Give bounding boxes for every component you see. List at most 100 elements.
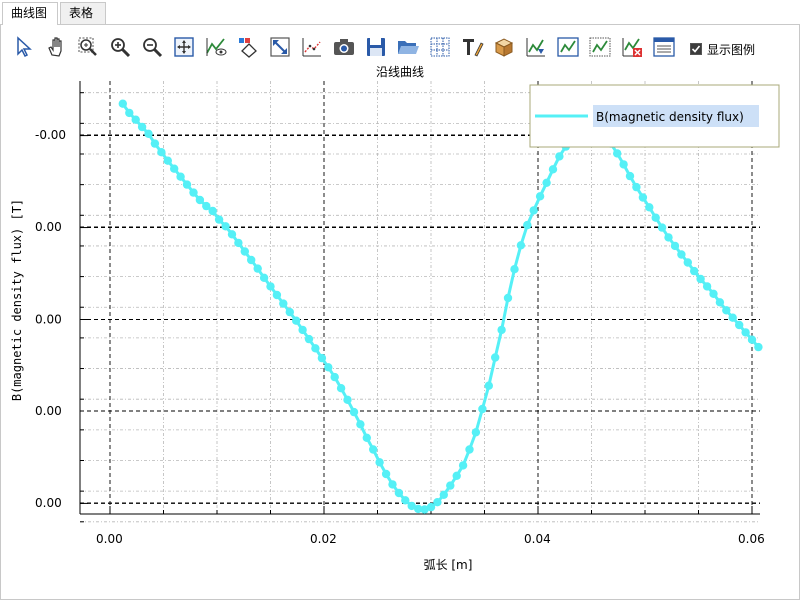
legend-entry-label: B(magnetic density flux) [596,110,744,124]
data-point [510,265,519,274]
data-point [529,206,538,215]
x-axis-label: 弧长 [m] [424,558,473,572]
data-point [555,152,564,161]
data-point [677,250,686,259]
data-point [247,255,256,265]
data-point [471,428,481,437]
x-tick-label: 0.04 [524,532,551,546]
data-point [343,395,352,404]
data-point [317,353,327,363]
data-point [304,334,314,344]
data-point [195,195,205,205]
y-tick-label: -0.00 [35,128,66,142]
data-point [381,469,391,479]
data-point [491,353,500,362]
data-point [336,384,346,393]
data-point [272,290,282,300]
data-point [189,188,198,197]
y-tick-label: 0.00 [35,220,62,234]
data-point [613,149,622,158]
data-point [163,156,172,165]
data-point [754,342,763,352]
data-point [388,480,397,489]
chart-title: 沿线曲线 [376,65,424,79]
data-point [619,160,628,169]
data-point [632,182,641,192]
data-point [696,274,705,284]
data-point [157,148,166,157]
data-point [234,238,243,248]
data-point [722,306,731,315]
data-point [702,282,712,291]
data-point [266,282,275,291]
data-point [548,165,558,174]
data-point [446,481,455,490]
data-point [664,233,673,242]
data-point [670,241,680,251]
data-point [715,298,725,307]
data-point [465,445,474,454]
data-point [439,490,448,499]
y-tick-label: 0.00 [35,404,62,418]
data-point [651,213,660,222]
data-point [478,404,487,414]
data-point [279,299,288,308]
data-point [735,320,744,330]
data-point [150,139,160,148]
data-point [292,316,301,325]
data-point [208,206,217,216]
data-point [747,335,757,344]
data-point [645,203,654,212]
data-point [182,180,192,189]
data-point [362,433,371,442]
data-point [690,266,699,276]
data-point [349,407,359,417]
data-point [657,223,667,232]
line-chart: -0.00 0.00 0.00 0.00 0.00 0.00 0.02 0.04 0.06 沿… [10,65,780,572]
data-point [433,498,442,507]
data-point [401,496,410,505]
data-point [144,129,153,138]
legend: B(magnetic density flux) [529,84,780,148]
data-point [253,264,262,273]
data-point [125,108,134,118]
data-point [741,328,750,337]
data-point [458,461,468,470]
data-point [484,381,493,390]
x-tick-label: 0.00 [96,532,123,546]
data-point [535,192,545,201]
data-point [638,193,648,202]
data-point [452,471,461,480]
y-tick-label: 0.00 [35,313,62,327]
y-tick-label: 0.00 [35,496,62,510]
data-point [523,220,532,230]
data-point [503,293,513,303]
data-point [285,307,294,317]
x-tick-label: 0.02 [310,532,337,546]
data-point [394,488,404,498]
data-point [131,115,140,124]
data-point [625,171,635,181]
data-point [214,215,224,224]
data-point [683,258,692,267]
data-point [240,247,249,256]
x-tick-labels: 0.00 0.02 0.04 0.06 [96,532,765,546]
y-tick-labels: -0.00 0.00 0.00 0.00 0.00 [35,128,66,510]
data-point [324,363,333,372]
data-point [170,164,179,173]
data-point [516,241,526,250]
data-point [137,122,147,132]
data-point [709,289,718,298]
data-point [221,222,230,231]
data-point [118,99,128,108]
data-point [176,172,185,181]
data-point [311,344,320,353]
data-point [227,230,237,239]
x-tick-label: 0.06 [738,532,765,546]
data-point [330,372,339,382]
y-axis-label: B(magnetic density flux) [T] [10,199,24,401]
data-point [542,178,551,187]
data-point [375,458,384,467]
data-point [497,325,506,335]
data-point [298,325,307,335]
